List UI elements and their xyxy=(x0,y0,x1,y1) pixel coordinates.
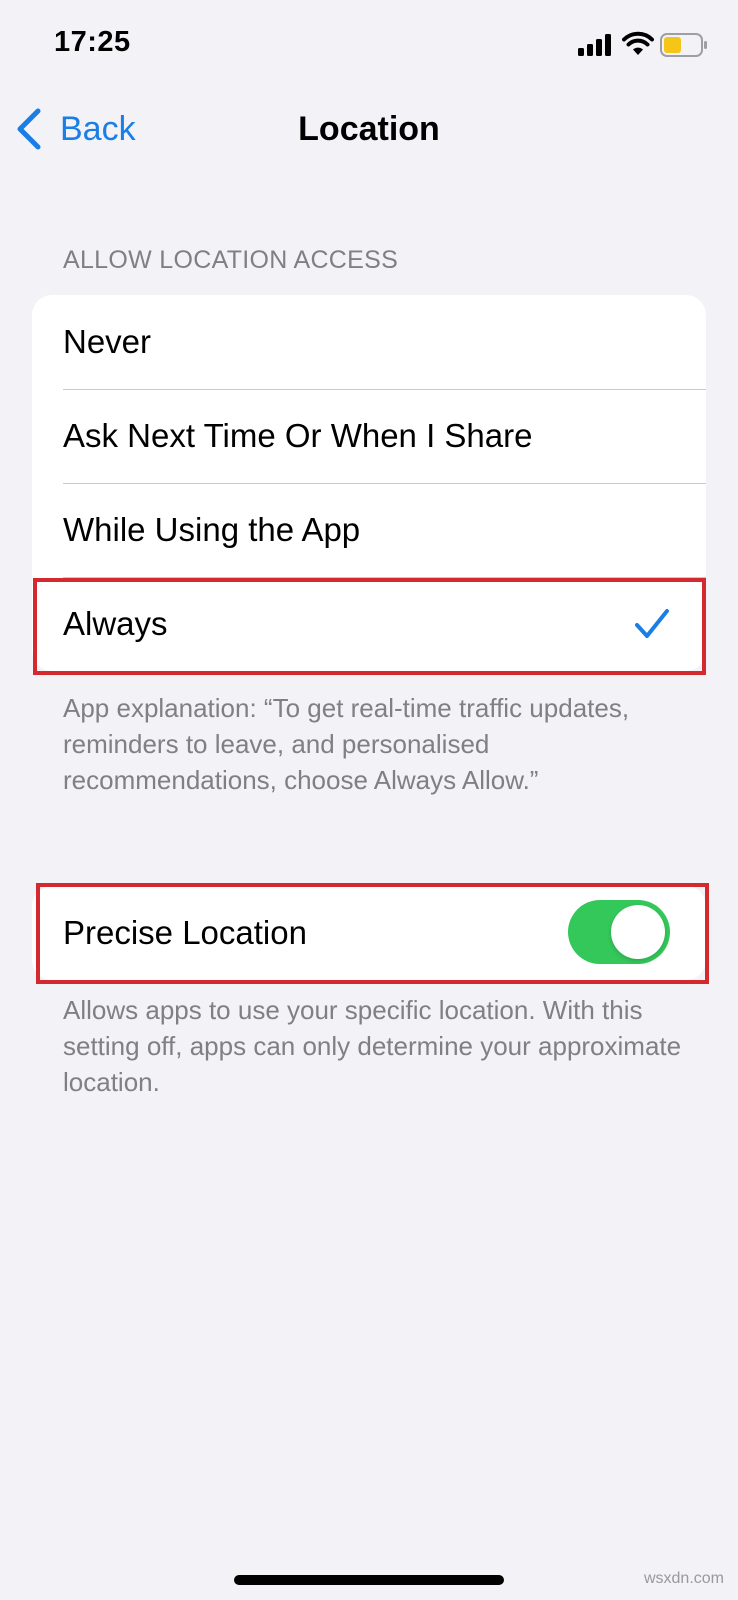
wifi-icon xyxy=(622,31,654,55)
option-never[interactable]: Never xyxy=(32,295,706,389)
status-time: 17:25 xyxy=(54,26,131,58)
option-while-using-app[interactable]: While Using the App xyxy=(32,483,706,577)
status-bar: 17:25 xyxy=(0,0,738,90)
section-header-allow-location-access: ALLOW LOCATION ACCESS xyxy=(63,246,399,274)
toggle-knob xyxy=(611,905,665,959)
option-label: Ask Next Time Or When I Share xyxy=(63,417,533,454)
app-explanation-text: App explanation: “To get real-time traff… xyxy=(63,693,630,795)
battery-icon xyxy=(660,33,707,57)
precise-location-footer: Allows apps to use your specific locatio… xyxy=(63,995,682,1097)
option-label: While Using the App xyxy=(63,511,361,548)
home-indicator[interactable] xyxy=(234,1575,504,1585)
location-settings-screen: 17:25 Back Location ALLOW LOCATION ACCES… xyxy=(0,0,738,1600)
option-label: Always xyxy=(63,605,168,642)
option-label: Never xyxy=(63,323,152,360)
navigation-bar: Back Location xyxy=(0,90,738,170)
page-title: Location xyxy=(298,110,440,148)
precise-location-toggle[interactable] xyxy=(568,900,670,964)
precise-location-label: Precise Location xyxy=(63,914,307,951)
precise-location-group: Precise Location xyxy=(32,886,706,980)
precise-location-row: Precise Location xyxy=(32,886,706,980)
option-always[interactable]: Always xyxy=(32,577,706,671)
location-access-options: Never Ask Next Time Or When I Share Whil… xyxy=(32,295,706,671)
watermark: wsxdn.com xyxy=(643,1570,724,1587)
option-ask-next-time[interactable]: Ask Next Time Or When I Share xyxy=(32,389,706,483)
cellular-signal-icon xyxy=(578,34,614,56)
checkmark-icon xyxy=(635,609,669,638)
